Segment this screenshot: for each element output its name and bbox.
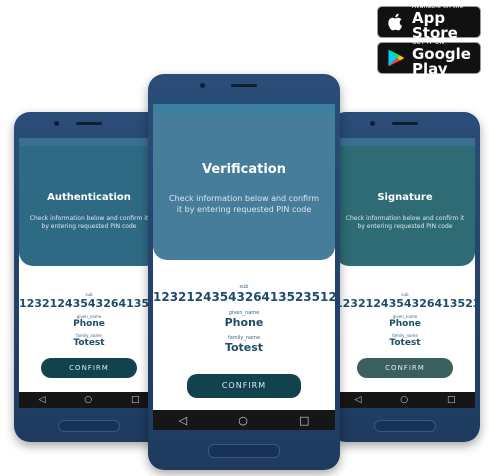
google-play-big-text: Google Play bbox=[412, 44, 471, 78]
screen-description: Check information below and confirm it b… bbox=[169, 194, 320, 214]
home-button bbox=[58, 420, 120, 432]
claims-list: sub 12321243543264135235125 given_name P… bbox=[153, 278, 335, 354]
phone-screen: Signature Check information below and co… bbox=[335, 138, 475, 408]
family-name-value: Totest bbox=[73, 338, 105, 348]
speaker-grille bbox=[231, 84, 257, 87]
phone-authentication: Authentication Check information below a… bbox=[14, 112, 164, 442]
screen-description: Check information below and confirm it b… bbox=[29, 215, 149, 230]
confirm-button[interactable]: CONFIRM bbox=[41, 358, 137, 378]
status-bar bbox=[153, 104, 335, 114]
speaker-grille bbox=[392, 122, 418, 125]
home-button bbox=[374, 420, 436, 432]
home-icon[interactable]: ○ bbox=[400, 395, 408, 405]
given-name-value: Phone bbox=[224, 316, 264, 329]
sub-value: 1232124354326413523512 bbox=[335, 297, 475, 310]
screen-title: Signature bbox=[377, 192, 433, 203]
google-play-icon bbox=[388, 49, 405, 67]
status-bar bbox=[19, 138, 159, 146]
confirm-button[interactable]: CONFIRM bbox=[357, 358, 453, 378]
given-name-value: Phone bbox=[73, 319, 105, 329]
recents-icon[interactable]: □ bbox=[131, 395, 140, 405]
recents-icon[interactable]: □ bbox=[299, 414, 309, 427]
claims-list: sub 1232124354326413523512 given_name Ph… bbox=[335, 288, 475, 348]
front-camera bbox=[370, 121, 375, 126]
family-name-value: Totest bbox=[224, 341, 264, 354]
screen-description: Check information below and confirm it b… bbox=[345, 215, 465, 230]
back-icon[interactable]: ◁ bbox=[354, 395, 361, 405]
phone-signature: Signature Check information below and co… bbox=[330, 112, 480, 442]
claims-list: sub 1232124354326413523512 given_name Ph… bbox=[19, 288, 159, 348]
back-icon[interactable]: ◁ bbox=[179, 414, 187, 427]
sub-value: 12321243543264135235125 bbox=[153, 290, 335, 304]
android-nav-bar: ◁ ○ □ bbox=[19, 392, 159, 408]
screen-header: Authentication Check information below a… bbox=[19, 146, 159, 266]
screen-title: Authentication bbox=[47, 192, 131, 203]
screen-header: Verification Check information below and… bbox=[153, 114, 335, 260]
screen-header: Signature Check information below and co… bbox=[335, 146, 475, 266]
front-camera bbox=[54, 121, 59, 126]
google-play-badge[interactable]: GET IT ON Google Play bbox=[377, 39, 481, 78]
confirm-button[interactable]: CONFIRM bbox=[187, 374, 301, 398]
phone-verification: Verification Check information below and… bbox=[148, 74, 340, 470]
screen-title: Verification bbox=[201, 162, 286, 177]
app-store-badge[interactable]: Available on the App Store bbox=[377, 3, 481, 42]
given-name-value: Phone bbox=[389, 319, 421, 329]
app-store-big-text: App Store bbox=[412, 8, 458, 42]
home-icon[interactable]: ○ bbox=[238, 414, 248, 427]
home-icon[interactable]: ○ bbox=[84, 395, 92, 405]
home-button bbox=[208, 444, 280, 458]
phone-screen: Authentication Check information below a… bbox=[19, 138, 159, 408]
back-icon[interactable]: ◁ bbox=[38, 395, 45, 405]
phone-screen: Verification Check information below and… bbox=[153, 104, 335, 430]
status-bar bbox=[335, 138, 475, 146]
front-camera bbox=[200, 83, 205, 88]
sub-value: 1232124354326413523512 bbox=[19, 297, 159, 310]
family-name-value: Totest bbox=[389, 338, 421, 348]
speaker-grille bbox=[76, 122, 102, 125]
android-nav-bar: ◁ ○ □ bbox=[153, 410, 335, 430]
android-nav-bar: ◁ ○ □ bbox=[335, 392, 475, 408]
recents-icon[interactable]: □ bbox=[447, 395, 456, 405]
apple-icon bbox=[388, 13, 403, 31]
